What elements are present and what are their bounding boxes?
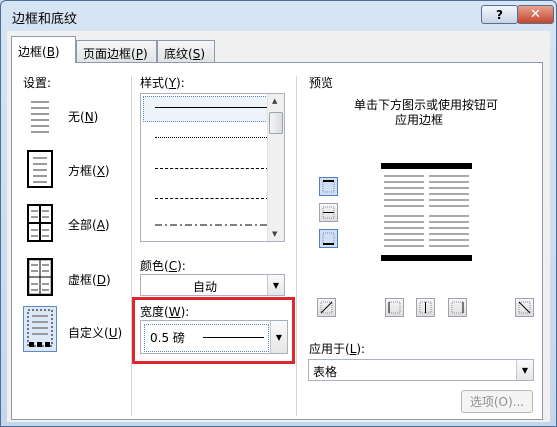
apply-to-value: 表格 xyxy=(313,365,338,379)
dialog-window: 边框和底纹 ? ✕ 边框(B) 页面边框(P) 底纹(S) 设置: 无(N) 方… xyxy=(0,0,557,427)
width-value: 0.5 磅 xyxy=(150,331,185,345)
style-selected-row[interactable] xyxy=(143,96,268,122)
setting-none-label: 无(N) xyxy=(68,110,99,124)
style-listbox[interactable]: ▲ ▼ xyxy=(140,93,285,242)
inside-horizontal-border-icon xyxy=(322,206,335,219)
tab-borders[interactable]: 边框(B) xyxy=(11,36,76,63)
bottom-border-icon xyxy=(322,232,335,245)
chevron-down-icon: ▼ xyxy=(272,280,280,290)
help-icon: ? xyxy=(496,7,503,22)
color-dropdown[interactable]: 自动 ▼ xyxy=(140,274,285,296)
left-border-button[interactable] xyxy=(385,298,404,317)
inside-vertical-border-button[interactable] xyxy=(416,298,435,317)
apply-to-dropdown-arrow[interactable]: ▼ xyxy=(516,360,533,380)
setting-none-button[interactable] xyxy=(23,93,57,139)
color-label: 颜色(C): xyxy=(140,259,186,273)
setting-all-button[interactable] xyxy=(23,200,57,246)
preview-top-border[interactable] xyxy=(381,163,472,169)
no-border-icon xyxy=(31,101,49,133)
diagonal-down-icon xyxy=(320,301,333,314)
style-option-dashed[interactable] xyxy=(155,198,269,199)
apply-to-dropdown[interactable]: 表格 ▼ xyxy=(308,359,534,381)
width-dropdown[interactable]: 0.5 磅 ▼ xyxy=(140,320,288,354)
chevron-down-icon: ▼ xyxy=(521,365,529,375)
setting-grid-label: 虚框(D) xyxy=(68,273,111,287)
close-icon: ✕ xyxy=(530,7,541,22)
bottom-border-button[interactable] xyxy=(319,229,338,248)
setting-grid-button[interactable] xyxy=(23,254,57,300)
tab-borders-label: 边框( xyxy=(18,45,47,59)
setting-custom-button[interactable] xyxy=(23,306,57,352)
custom-border-icon xyxy=(27,309,53,347)
scroll-thumb[interactable] xyxy=(269,112,283,134)
tab-borders-end: ) xyxy=(54,45,60,59)
style-scrollbar[interactable]: ▲ ▼ xyxy=(267,94,284,241)
preview-heading: 预览 xyxy=(309,76,334,90)
setting-all-label: 全部(A) xyxy=(68,218,110,232)
tab-page-border[interactable]: 页面边框(P) xyxy=(76,40,157,62)
box-border-icon xyxy=(27,150,53,188)
chevron-down-icon: ▼ xyxy=(275,332,283,342)
options-button[interactable]: 选项(O)... xyxy=(461,390,533,413)
style-option-dotted[interactable] xyxy=(155,137,269,138)
width-dropdown-arrow[interactable]: ▼ xyxy=(270,321,287,353)
all-borders-icon xyxy=(27,204,53,242)
right-border-icon xyxy=(451,301,464,314)
preview-hint-line2: 应用边框 xyxy=(395,113,444,127)
tab-page-border-key: P xyxy=(135,47,143,61)
grid-border-icon xyxy=(27,258,53,296)
tab-shading-label: 底纹( xyxy=(164,47,193,61)
color-value: 自动 xyxy=(193,280,218,294)
inside-horizontal-border-button[interactable] xyxy=(319,203,338,222)
tab-borders-key: B xyxy=(46,45,55,59)
style-option-dash-dot[interactable] xyxy=(155,224,269,226)
apply-to-label: 应用于(L): xyxy=(309,342,366,356)
top-border-button[interactable] xyxy=(319,177,338,196)
inside-vertical-border-icon xyxy=(419,301,432,314)
tab-shading[interactable]: 底纹(S) xyxy=(157,40,215,62)
setting-box-button[interactable] xyxy=(23,146,57,192)
width-label: 宽度(W): xyxy=(140,305,190,319)
tab-shading-end: ) xyxy=(200,47,205,61)
border-preview[interactable] xyxy=(381,163,472,263)
top-border-icon xyxy=(322,180,335,193)
style-option-dashed-small[interactable] xyxy=(155,168,269,169)
column-divider-right xyxy=(296,76,297,416)
tab-page-border-label: 页面边框( xyxy=(83,47,136,61)
setting-box-label: 方框(X) xyxy=(68,164,110,178)
style-label: 样式(Y): xyxy=(140,76,185,90)
scroll-up-icon[interactable]: ▲ xyxy=(272,97,277,105)
help-button[interactable]: ? xyxy=(481,5,518,24)
preview-bottom-border[interactable] xyxy=(381,255,472,261)
dialog-title: 边框和底纹 xyxy=(12,12,78,27)
color-dropdown-arrow[interactable]: ▼ xyxy=(267,275,284,295)
diagonal-up-icon xyxy=(518,301,531,314)
diagonal-down-border-button[interactable] xyxy=(317,298,336,317)
close-button[interactable]: ✕ xyxy=(517,5,554,24)
settings-heading: 设置: xyxy=(23,76,52,90)
left-border-icon xyxy=(388,301,401,314)
setting-custom-label: 自定义(U) xyxy=(68,326,123,340)
column-divider-left xyxy=(131,76,132,416)
right-border-button[interactable] xyxy=(448,298,467,317)
scroll-down-icon[interactable]: ▼ xyxy=(272,230,277,238)
width-line-sample xyxy=(203,337,264,338)
title-bar: 边框和底纹 ? ✕ xyxy=(1,1,556,31)
tab-page-border-end: ) xyxy=(142,47,148,61)
style-option-solid[interactable] xyxy=(155,107,269,108)
diagonal-up-border-button[interactable] xyxy=(515,298,534,317)
